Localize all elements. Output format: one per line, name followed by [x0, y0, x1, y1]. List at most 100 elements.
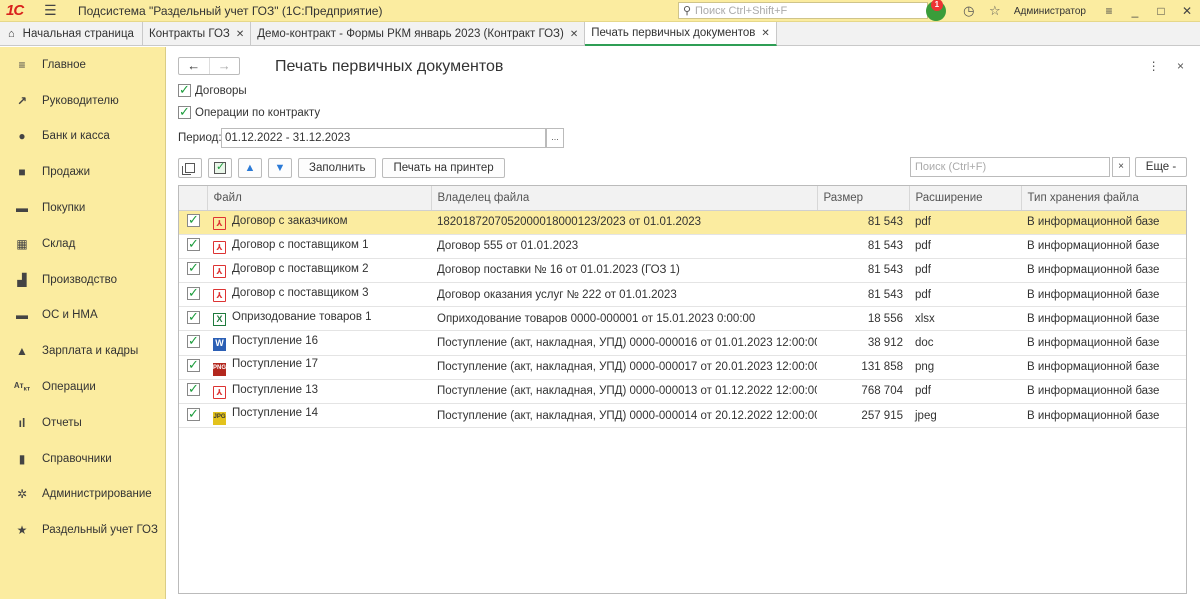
table-row[interactable]: ⅄ Договор с заказчиком 182018720705200001… [179, 210, 1186, 235]
close-tab-icon[interactable]: ✕ [236, 29, 244, 40]
sidebar-item-admin[interactable]: ✲ Администрирование [0, 477, 165, 513]
file-storage: В информационной базе [1021, 258, 1186, 284]
sidebar-item-catalogs[interactable]: ▮ Справочники [0, 441, 165, 477]
row-checkbox[interactable] [187, 285, 200, 301]
file-storage: В информационной базе [1021, 403, 1186, 429]
notifications-icon[interactable]: 1 [925, 0, 946, 21]
sidebar-item-goz[interactable]: ★ Раздельный учет ГОЗ [0, 512, 165, 548]
pdf-file-icon: ⅄ [213, 385, 226, 399]
column-header-extension[interactable]: Расширение [909, 186, 1022, 211]
file-owner: Поступление (акт, накладная, УПД) 0000-0… [431, 330, 817, 356]
column-header-size[interactable]: Размер [817, 186, 910, 211]
close-tab-icon[interactable]: ✕ [761, 28, 769, 39]
table-row[interactable]: ⅄ Договор с поставщиком 1 Договор 555 от … [179, 234, 1186, 259]
tab-home[interactable]: ⌂ Начальная страница [0, 22, 143, 46]
row-checkbox[interactable] [187, 309, 200, 325]
minimize-icon[interactable]: _ [1122, 4, 1148, 18]
move-up-button[interactable]: ▲ [238, 158, 262, 178]
table-row[interactable]: W Поступление 16 Поступление (акт, наклад… [179, 330, 1186, 356]
row-checkbox[interactable] [187, 260, 200, 276]
sidebar-item-manager[interactable]: ↗ Руководителю [0, 83, 165, 119]
tab-demo-contract[interactable]: Демо-контракт - Формы РКМ январь 2023 (К… [251, 22, 586, 46]
file-extension: xlsx [909, 306, 1021, 332]
check-all-button[interactable] [208, 158, 232, 178]
file-name: Поступление 17 [232, 358, 319, 371]
move-down-button[interactable]: ▼ [268, 158, 292, 178]
main-menu-icon[interactable]: ☰ [44, 2, 66, 19]
back-arrow-icon[interactable]: ← [179, 58, 209, 74]
table-row[interactable]: PNG Поступление 17 Поступление (акт, накл… [179, 355, 1186, 380]
more-vertical-icon[interactable]: ⋮ [1148, 59, 1160, 73]
period-input[interactable]: 01.12.2022 - 31.12.2023 [221, 128, 546, 148]
trend-icon: ↗ [16, 93, 28, 108]
file-extension: pdf [909, 379, 1021, 405]
favorites-star-icon[interactable]: ☆ [984, 3, 1006, 19]
pdf-file-icon: ⅄ [213, 240, 226, 254]
sidebar-item-payroll[interactable]: ▲ Зарплата и кадры [0, 333, 165, 369]
row-checkbox[interactable] [187, 381, 200, 397]
period-label: Период: [178, 132, 222, 144]
operations-checkbox[interactable] [178, 104, 191, 120]
column-header-owner[interactable]: Владелец файла [431, 186, 818, 211]
file-owner: Поступление (акт, накладная, УПД) 0000-0… [431, 355, 817, 380]
sidebar-item-reports[interactable]: ıl Отчеты [0, 405, 165, 441]
copy-button[interactable] [178, 158, 202, 178]
table-row[interactable]: ⅄ Поступление 13 Поступление (акт, наклад… [179, 379, 1186, 405]
file-size: 81 543 [817, 234, 909, 259]
tab-label: Контракты ГОЗ [149, 28, 230, 40]
row-checkbox[interactable] [187, 357, 200, 373]
table-search-input[interactable]: Поиск (Ctrl+F) [910, 157, 1110, 177]
table-row[interactable]: ⅄ Договор с поставщиком 3 Договор оказани… [179, 282, 1186, 308]
maximize-icon[interactable]: □ [1148, 4, 1174, 18]
form-area: ← → Печать первичных документов ⋮ × Дого… [166, 47, 1200, 599]
sidebar-item-purchases[interactable]: ▬ Покупки [0, 190, 165, 226]
history-icon[interactable]: ◷ [958, 3, 980, 19]
column-header-file[interactable]: Файл [207, 186, 432, 211]
file-name: Поступление 16 [232, 335, 319, 348]
pdf-file-icon: ⅄ [213, 264, 226, 278]
file-storage: В информационной базе [1021, 355, 1186, 380]
file-storage: В информационной базе [1021, 306, 1186, 332]
sidebar-item-warehouse[interactable]: ▦ Склад [0, 226, 165, 262]
fill-button[interactable]: Заполнить [298, 158, 377, 178]
close-tab-icon[interactable]: ✕ [570, 29, 578, 40]
operations-checkbox-row[interactable]: Операции по контракту [178, 104, 320, 120]
contracts-checkbox[interactable] [178, 82, 191, 98]
row-checkbox[interactable] [187, 212, 200, 228]
close-window-icon[interactable]: ✕ [1174, 4, 1200, 18]
row-checkbox[interactable] [187, 236, 200, 252]
settings-menu-icon[interactable]: ≡ [1096, 4, 1122, 18]
sidebar-item-assets[interactable]: ▬ ОС и НМА [0, 298, 165, 334]
file-size: 81 543 [817, 258, 909, 284]
table-header: Файл Владелец файла Размер Расширение Ти… [179, 186, 1186, 211]
table-row[interactable]: JPG Поступление 14 Поступление (акт, накл… [179, 403, 1186, 429]
print-button[interactable]: Печать на принтер [382, 158, 505, 178]
sidebar-item-main[interactable]: ≡ Главное [0, 47, 165, 83]
sidebar-item-production[interactable]: ▟ Производство [0, 262, 165, 298]
close-form-icon[interactable]: × [1177, 59, 1184, 73]
search-clear-button[interactable]: × [1112, 157, 1130, 177]
file-size: 81 543 [817, 282, 909, 308]
sidebar-item-operations[interactable]: Аткт Операции [0, 369, 165, 405]
more-button[interactable]: Еще - [1135, 157, 1187, 177]
tab-bar: ⌂ Начальная страница Контракты ГОЗ ✕ Дем… [0, 22, 1200, 46]
excel-file-icon: X [213, 313, 226, 327]
file-storage: В информационной базе [1021, 282, 1186, 308]
forward-arrow-icon[interactable]: → [208, 58, 240, 74]
contracts-checkbox-row[interactable]: Договоры [178, 82, 247, 98]
table-row[interactable]: X Опризодование товаров 1 Оприходование т… [179, 306, 1186, 332]
tab-contracts[interactable]: Контракты ГОЗ ✕ [143, 22, 252, 46]
period-select-button[interactable]: ... [546, 128, 564, 148]
row-checkbox[interactable] [187, 333, 200, 349]
file-name: Поступление 14 [232, 406, 319, 419]
sidebar-item-sales[interactable]: ■ Продажи [0, 154, 165, 190]
sidebar-item-bank[interactable]: ● Банк и касса [0, 119, 165, 155]
global-search-input[interactable]: ⚲ Поиск Ctrl+Shift+F [678, 2, 928, 19]
check-all-icon [214, 160, 226, 174]
user-name[interactable]: Администратор [1014, 6, 1086, 17]
table-row[interactable]: ⅄ Договор с поставщиком 2 Договор поставк… [179, 258, 1186, 284]
row-checkbox[interactable] [187, 406, 200, 422]
file-name: Договор с поставщиком 2 [232, 262, 369, 275]
tab-print-documents[interactable]: Печать первичных документов ✕ [585, 22, 777, 46]
column-header-storage[interactable]: Тип хранения файла [1021, 186, 1186, 211]
